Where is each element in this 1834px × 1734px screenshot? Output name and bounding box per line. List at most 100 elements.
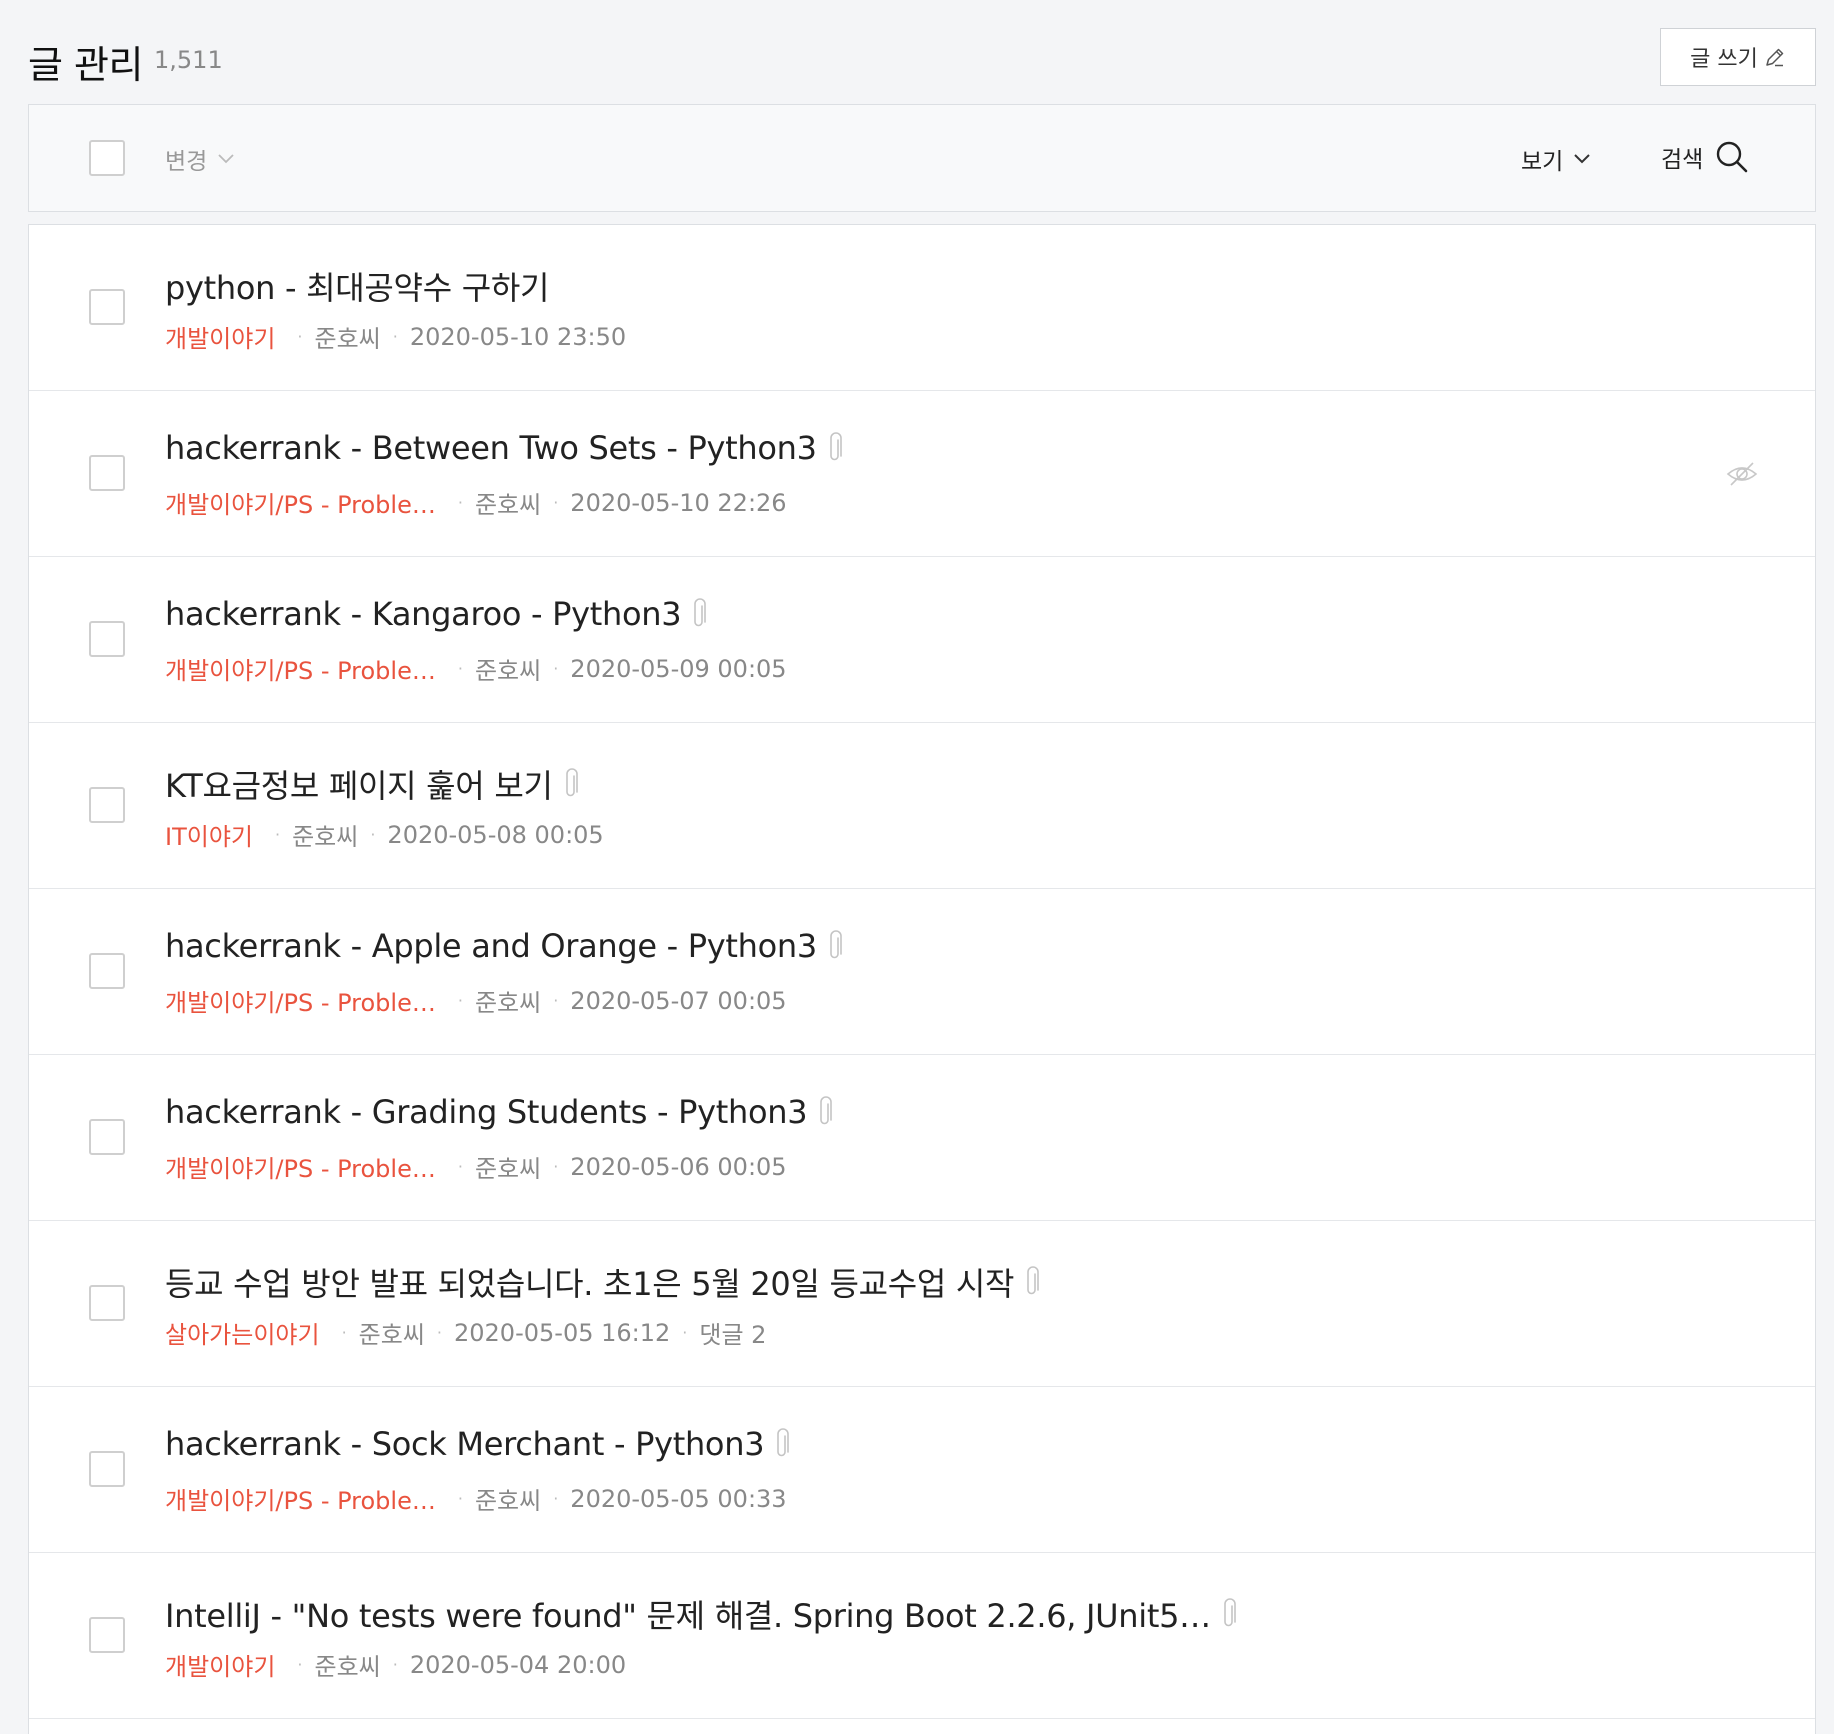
post-category-link[interactable]: IT이야기 <box>165 817 253 852</box>
post-title: hackerrank - Apple and Orange - Python3 <box>165 927 817 965</box>
meta-separator: · <box>297 1655 303 1674</box>
post-checkbox[interactable] <box>89 1285 125 1321</box>
meta-separator: · <box>553 991 559 1010</box>
post-row: KT요금정보 페이지 훑어 보기 IT이야기 · 준호씨 · 2020-05-0… <box>29 723 1815 889</box>
post-checkbox[interactable] <box>89 1617 125 1653</box>
meta-separator: · <box>341 1323 347 1342</box>
post-category-link[interactable]: 개발이야기/PS - Proble… <box>165 983 436 1018</box>
post-meta: 개발이야기/PS - Proble… · 준호씨 · 2020-05-05 00… <box>165 1481 787 1516</box>
post-category-link[interactable]: 개발이야기/PS - Proble… <box>165 485 436 520</box>
post-title: hackerrank - Kangaroo - Python3 <box>165 595 682 633</box>
post-date: 2020-05-07 00:05 <box>570 986 787 1015</box>
pencil-icon <box>1766 48 1784 67</box>
eye-slash-icon[interactable] <box>1725 457 1759 491</box>
post-author: 준호씨 <box>358 1321 425 1349</box>
post-checkbox[interactable] <box>89 621 125 657</box>
post-category-link[interactable]: 살아가는이야기 <box>165 1315 320 1350</box>
post-category-link[interactable]: 개발이야기/PS - Proble… <box>165 1149 436 1184</box>
page-title: 글 관리 <box>28 43 143 87</box>
paperclip-icon <box>830 930 842 959</box>
post-title-link[interactable]: IntelliJ - "No tests were found" 문제 해결. … <box>165 1591 1237 1637</box>
post-title-link[interactable]: hackerrank - Sock Merchant - Python3 <box>165 1425 790 1463</box>
post-title-link[interactable]: hackerrank - Grading Students - Python3 <box>165 1093 833 1131</box>
chevron-down-icon <box>1574 154 1591 164</box>
post-author: 준호씨 <box>474 1487 542 1515</box>
post-row: hackerrank - Grading Students - Python3 … <box>29 1055 1815 1221</box>
select-all-checkbox[interactable] <box>89 140 125 176</box>
meta-separator: · <box>297 327 303 346</box>
post-row: python - 최대공약수 구하기 개발이야기 · 준호씨 · 2020-05… <box>29 225 1815 391</box>
write-post-button[interactable]: 글 쓰기 <box>1660 28 1816 86</box>
page-header: 글 관리 1,511 글 쓰기 <box>28 28 1816 88</box>
post-meta: 개발이야기 · 준호씨 · 2020-05-10 23:50 <box>165 319 626 354</box>
post-checkbox[interactable] <box>89 1451 125 1487</box>
post-title-link[interactable]: python - 최대공약수 구하기 <box>165 263 549 309</box>
post-date: 2020-05-05 16:12 <box>454 1318 671 1347</box>
search-icon <box>1717 141 1748 173</box>
post-title: hackerrank - Grading Students - Python3 <box>165 1093 808 1131</box>
paperclip-icon <box>565 768 578 797</box>
post-title-link[interactable]: 등교 수업 방안 발표 되었습니다. 초1은 5월 20일 등교수업 시작 <box>165 1259 1040 1305</box>
post-meta: 개발이야기 · 준호씨 · 2020-05-04 20:00 <box>165 1647 626 1682</box>
post-row: hackerrank - Apple and Orange - Python3 … <box>29 889 1815 1055</box>
chevron-down-icon <box>218 154 234 164</box>
post-date: 2020-05-05 00:33 <box>570 1484 787 1513</box>
post-title: IntelliJ - "No tests were found" 문제 해결. … <box>165 1597 1211 1635</box>
search-label: 검색 <box>1661 147 1704 173</box>
meta-separator: · <box>457 493 463 512</box>
post-checkbox[interactable] <box>89 953 125 989</box>
meta-separator: · <box>457 991 463 1010</box>
meta-separator: · <box>392 1655 398 1674</box>
post-checkbox[interactable] <box>89 455 125 491</box>
post-date: 2020-05-09 00:05 <box>570 654 787 683</box>
post-list: python - 최대공약수 구하기 개발이야기 · 준호씨 · 2020-05… <box>28 224 1816 1734</box>
paperclip-icon <box>820 1096 833 1125</box>
meta-separator: · <box>553 659 559 678</box>
post-date: 2020-05-06 00:05 <box>570 1152 787 1181</box>
post-category-link[interactable]: 개발이야기 <box>165 319 275 354</box>
view-dropdown[interactable]: 보기 <box>1521 141 1591 177</box>
post-title: python - 최대공약수 구하기 <box>165 269 550 307</box>
search-button[interactable]: 검색 <box>1661 135 1749 179</box>
post-date: 2020-05-10 23:50 <box>409 322 627 351</box>
post-comments-link[interactable]: 댓글 2 <box>699 1315 766 1350</box>
post-title: hackerrank - Between Two Sets - Python3 <box>165 429 817 467</box>
meta-separator: · <box>553 493 559 512</box>
post-title-link[interactable]: hackerrank - Kangaroo - Python3 <box>165 595 707 633</box>
post-title-link[interactable]: hackerrank - Apple and Orange - Python3 <box>165 927 843 965</box>
post-author: 준호씨 <box>474 989 542 1017</box>
post-checkbox[interactable] <box>89 787 125 823</box>
post-title-link[interactable]: hackerrank - Between Two Sets - Python3 <box>165 429 843 467</box>
post-row: hackerrank - Between Two Sets - Python3 … <box>29 391 1815 557</box>
paperclip-icon <box>1027 1266 1039 1295</box>
post-category-link[interactable]: 개발이야기 <box>165 1647 275 1682</box>
post-title: 등교 수업 방안 발표 되었습니다. 초1은 5월 20일 등교수업 시작 <box>165 1265 1015 1303</box>
meta-separator: · <box>392 327 398 346</box>
post-category-link[interactable]: 개발이야기/PS - Proble… <box>165 651 436 686</box>
meta-separator: · <box>553 1489 559 1508</box>
post-meta: 개발이야기/PS - Proble… · 준호씨 · 2020-05-06 00… <box>165 1149 787 1184</box>
post-row: hackerrank - Sock Merchant - Python3 개발이… <box>29 1387 1815 1553</box>
meta-separator: · <box>436 1323 442 1342</box>
write-post-label: 글 쓰기 <box>1690 47 1758 72</box>
meta-separator: · <box>457 1489 463 1508</box>
post-title-link[interactable]: KT요금정보 페이지 훑어 보기 <box>165 761 579 807</box>
paperclip-icon <box>694 598 707 627</box>
list-toolbar: 변경 보기 검색 <box>28 104 1816 212</box>
meta-separator: · <box>370 825 376 844</box>
post-category-link[interactable]: 개발이야기/PS - Proble… <box>165 1481 436 1516</box>
meta-separator: · <box>457 659 463 678</box>
post-checkbox[interactable] <box>89 1119 125 1155</box>
post-title: KT요금정보 페이지 훑어 보기 <box>165 767 553 805</box>
post-row: IntelliJ - "No tests were found" 문제 해결. … <box>29 1553 1815 1719</box>
post-meta: 개발이야기/PS - Proble… · 준호씨 · 2020-05-10 22… <box>165 485 787 520</box>
paperclip-icon <box>777 1428 790 1457</box>
post-date: 2020-05-04 20:00 <box>409 1650 627 1679</box>
paperclip-icon <box>829 432 842 461</box>
post-meta: 개발이야기/PS - Proble… · 준호씨 · 2020-05-07 00… <box>165 983 787 1018</box>
post-row: hackerrank - Kangaroo - Python3 개발이야기/PS… <box>29 557 1815 723</box>
meta-separator: · <box>682 1323 688 1342</box>
change-dropdown[interactable]: 변경 <box>165 141 235 177</box>
post-checkbox[interactable] <box>89 289 125 325</box>
post-count: 1,511 <box>154 46 223 74</box>
